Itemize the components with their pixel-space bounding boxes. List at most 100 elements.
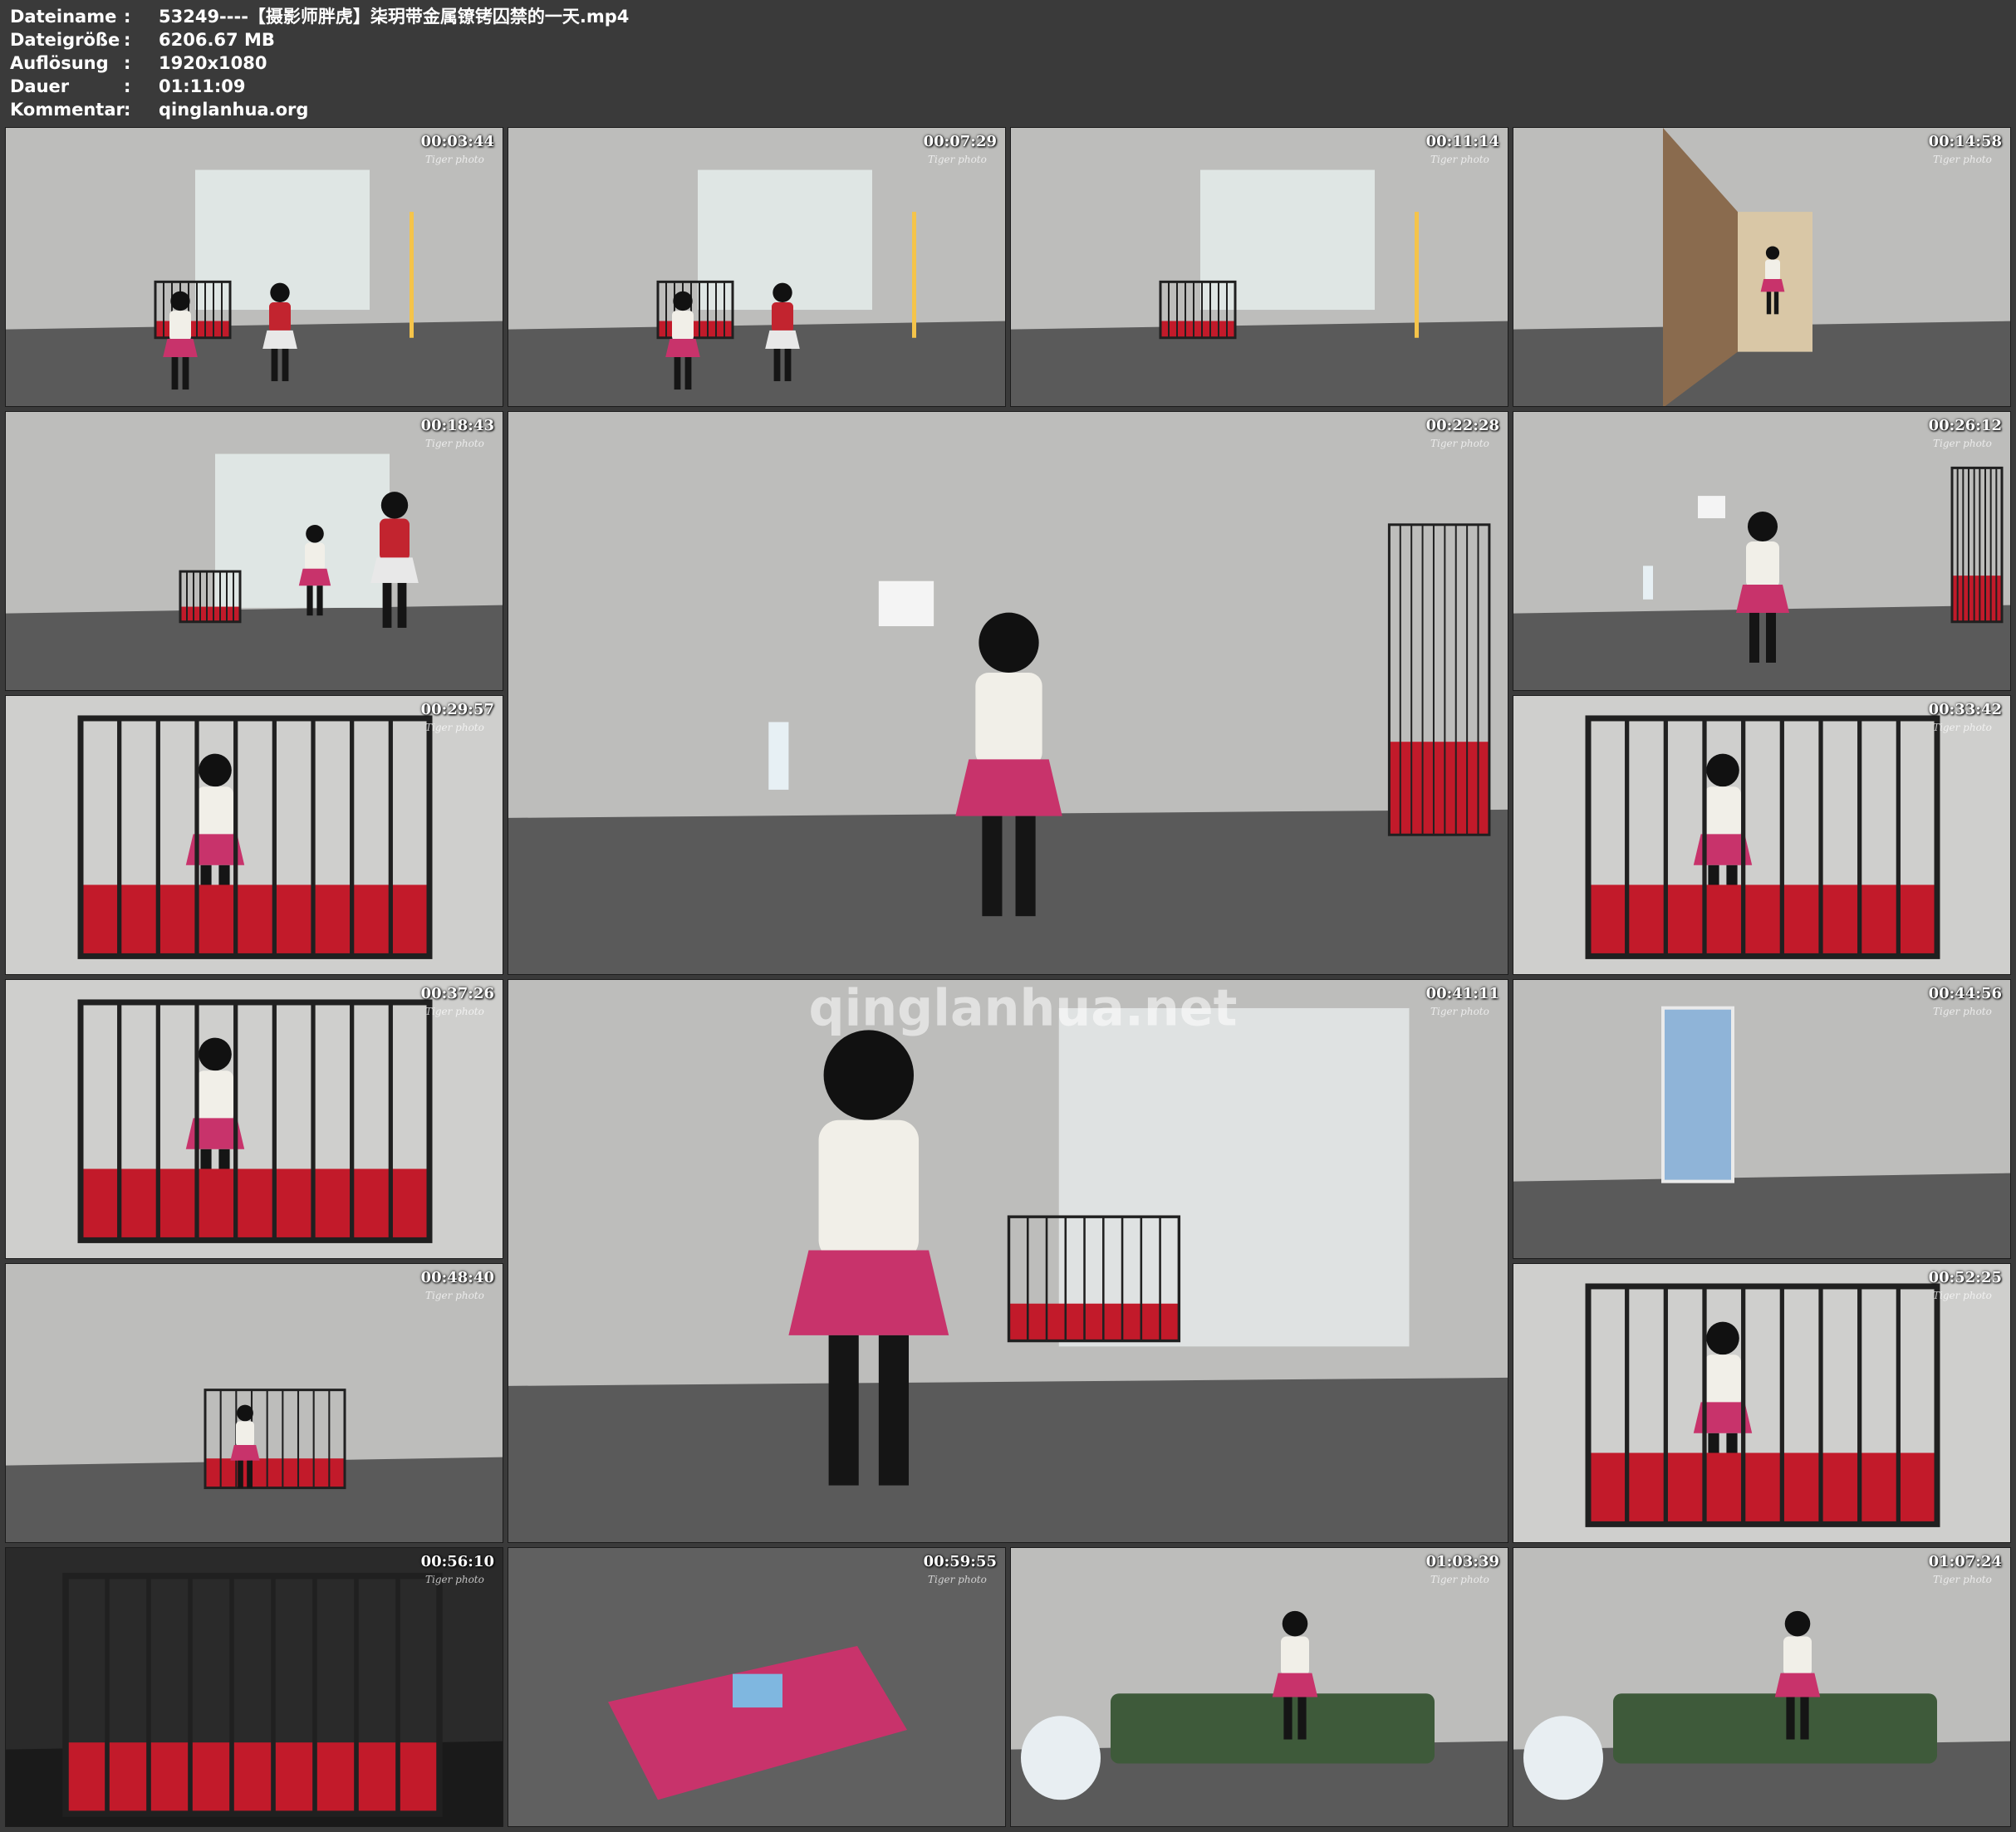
meta-key: Dateiname (10, 7, 117, 27)
water-bottle (768, 722, 789, 790)
tiger-photo-watermark: Tiger photo (425, 1290, 484, 1301)
person-skirt (262, 330, 297, 349)
video-thumbnail: Tiger photo 01:03:39 (1010, 1547, 1508, 1827)
person-leg (828, 1335, 859, 1486)
person-shirt (236, 1421, 254, 1447)
person-shirt (1281, 1636, 1309, 1677)
person-shirt (380, 518, 410, 561)
person-leg (1015, 816, 1036, 917)
window-curtain (1058, 1007, 1410, 1347)
thumbnail-image: Tiger photo (508, 1548, 1005, 1826)
person-shirt (818, 1119, 920, 1261)
cage-bed (66, 1742, 439, 1815)
sofa (1111, 1693, 1435, 1764)
timestamp-label: 00:41:11 (1425, 985, 1499, 1002)
thumbnail-image: Tiger photo (6, 696, 503, 974)
floor (508, 321, 1005, 406)
person-head (380, 492, 409, 519)
timestamp-label: 00:56:10 (420, 1553, 494, 1570)
person-shirt (1783, 1636, 1812, 1677)
floor (6, 605, 503, 690)
wall-socket (1698, 496, 1725, 519)
meta-row-resolution: Auflösung : 1920x1080 (10, 51, 629, 75)
tiger-photo-watermark: Tiger photo (425, 438, 484, 449)
tiger-photo-watermark: Tiger photo (1430, 154, 1489, 165)
timestamp-label: 00:18:43 (420, 417, 494, 434)
person-head (1784, 1610, 1811, 1637)
person-leg (1773, 291, 1779, 315)
thumbnail-image: Tiger photo (1011, 128, 1508, 406)
meta-row-comment: Kommentar : qinglanhua.org (10, 98, 629, 121)
tiger-photo-watermark: Tiger photo (1430, 438, 1489, 449)
floor (1011, 321, 1508, 406)
person-shirt (305, 542, 325, 571)
person-shirt (1705, 1354, 1741, 1406)
tiger-photo-watermark: Tiger photo (1933, 1006, 1992, 1017)
video-thumbnail: Tiger photo 00:59:55 (508, 1547, 1006, 1827)
person-shirt (672, 311, 694, 341)
floor (1513, 605, 2010, 690)
meta-row-filesize: Dateigröße : 6206.67 MB (10, 28, 629, 51)
meta-key: Auflösung (10, 53, 109, 73)
tiger-photo-watermark: Tiger photo (1933, 1574, 1992, 1585)
meta-separator: : (124, 76, 131, 96)
file-info-header: Dateiname : 53249----【摄影师胖虎】柒玥带金属镣铐囚禁的一天… (10, 5, 629, 121)
floor (6, 321, 503, 406)
person-shirt (1765, 259, 1780, 281)
floor (508, 809, 1508, 974)
video-thumbnail: Tiger photo 00:26:12 (1513, 411, 2011, 691)
meta-value: 6206.67 MB (159, 30, 275, 50)
sofa (1613, 1693, 1937, 1764)
phone (733, 1673, 782, 1708)
person-leg (171, 357, 179, 390)
timestamp-label: 00:44:56 (1928, 985, 2002, 1002)
person-head (170, 291, 190, 311)
person-leg (1766, 291, 1772, 315)
tiger-photo-watermark: Tiger photo (928, 1574, 987, 1585)
person-skirt (370, 557, 419, 583)
person-head (1706, 1321, 1739, 1355)
meta-value: 1920x1080 (159, 53, 267, 73)
wall-socket (878, 580, 934, 627)
timestamp-label: 01:07:24 (1928, 1553, 2002, 1570)
video-thumbnail: Tiger photo 00:44:56 (1513, 979, 2011, 1259)
meta-separator: : (124, 53, 131, 73)
person-head (979, 612, 1039, 673)
cage-bed (1952, 576, 2002, 622)
person-leg (316, 585, 323, 616)
floor (508, 1377, 1508, 1542)
person-skirt (230, 1445, 260, 1461)
tiger-photo-watermark: Tiger photo (1933, 154, 1992, 165)
cage-bed (1588, 1452, 1937, 1525)
timestamp-label: 00:14:58 (1928, 133, 2002, 150)
timestamp-label: 00:11:14 (1425, 133, 1499, 150)
light-stick (1415, 212, 1419, 338)
person-head (673, 291, 693, 311)
person-leg (674, 357, 681, 390)
person-head (199, 1037, 232, 1071)
thumbnail-image: Tiger photo (1011, 1548, 1508, 1826)
tiger-photo-watermark: Tiger photo (425, 1574, 484, 1585)
person-head (270, 282, 290, 303)
timestamp-label: 00:52:25 (1928, 1269, 2002, 1286)
tiger-photo-watermark: Tiger photo (1430, 1574, 1489, 1585)
person-head (773, 282, 792, 303)
tiger-photo-watermark: Tiger photo (1430, 1006, 1489, 1017)
tiger-photo-watermark: Tiger photo (1933, 1290, 1992, 1301)
person-leg (784, 348, 792, 381)
person-leg (282, 348, 289, 381)
person-shirt (772, 302, 793, 333)
person-leg (271, 348, 278, 381)
timestamp-label: 00:22:28 (1425, 417, 1499, 434)
person-head (1706, 753, 1739, 787)
person-leg (238, 1460, 243, 1488)
person-head (237, 1404, 253, 1422)
meta-value: qinglanhua.org (159, 100, 309, 120)
person-skirt (788, 1250, 949, 1335)
thumbnail-image: Tiger photo (6, 980, 503, 1258)
video-thumbnail: Tiger photo 00:22:28 (508, 411, 1508, 975)
person-shirt (197, 786, 233, 838)
person-skirt (1760, 279, 1785, 292)
meta-separator: : (124, 7, 131, 27)
meta-separator: : (124, 100, 131, 120)
